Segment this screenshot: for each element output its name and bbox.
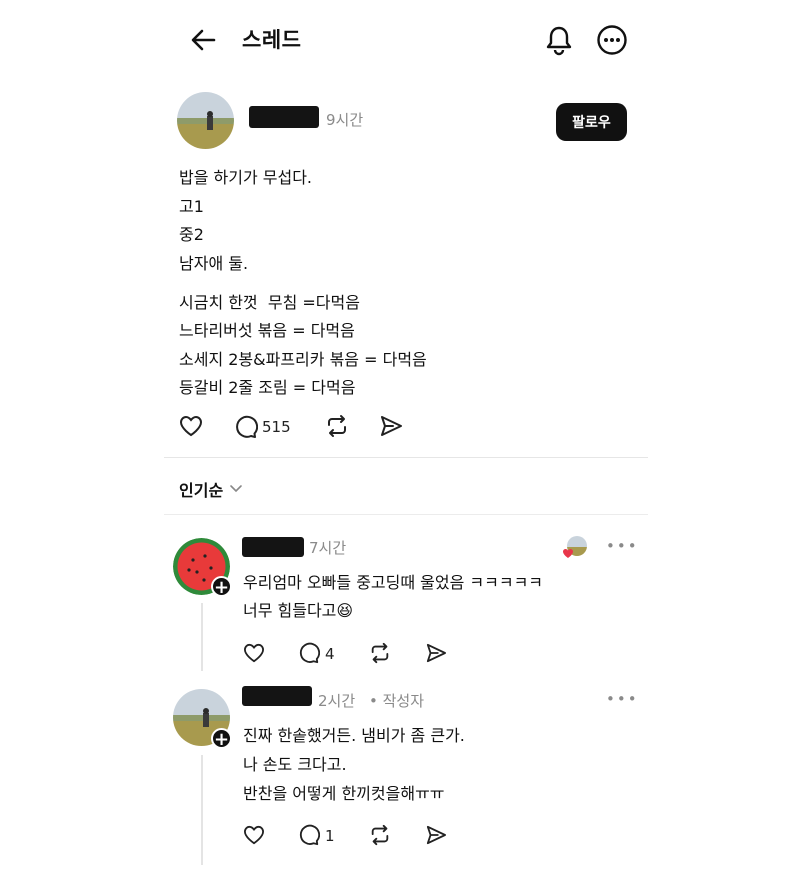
heart-icon[interactable] xyxy=(243,643,265,663)
comment-bubble-icon[interactable] xyxy=(298,642,320,664)
page-title: 스레드 xyxy=(242,28,302,52)
comment-bubble-icon[interactable] xyxy=(234,415,258,439)
thread-line xyxy=(201,603,203,671)
post-author-name-redacted xyxy=(249,106,319,128)
post-text-line: 남자애 둘. xyxy=(179,254,249,273)
repost-icon[interactable] xyxy=(369,824,391,846)
repost-icon[interactable] xyxy=(369,642,391,664)
repost-icon[interactable] xyxy=(325,414,349,438)
reply-time: 2시간 xyxy=(318,692,356,710)
post-menu-line: 시금치 한껏 무침 =다먹음 xyxy=(179,293,360,312)
divider xyxy=(164,514,648,515)
post-menu-line: 느타리버섯 볶음 = 다먹음 xyxy=(179,321,355,340)
post-menu-line: 등갈비 2줄 조림 = 다먹음 xyxy=(179,378,356,397)
send-icon[interactable] xyxy=(425,825,447,845)
reply-more-icon[interactable]: ••• xyxy=(606,690,639,708)
author-tag: • 작성자 xyxy=(369,692,425,710)
post-menu-line: 소세지 2봉&파프리카 볶음 = 다먹음 xyxy=(179,350,427,369)
comment-time: 7시간 xyxy=(309,539,347,557)
reply-count: 4 xyxy=(325,645,335,663)
reply-count: 1 xyxy=(325,827,335,845)
post-text-line: 고1 xyxy=(179,197,204,216)
bell-icon[interactable] xyxy=(544,24,574,56)
heart-icon[interactable] xyxy=(243,825,265,845)
heart-icon[interactable] xyxy=(179,415,203,437)
send-icon[interactable] xyxy=(425,643,447,663)
heart-badge-icon xyxy=(562,548,574,559)
post-time: 9시간 xyxy=(326,111,364,129)
follow-plus-icon[interactable]: + xyxy=(211,576,232,598)
comment-count: 515 xyxy=(262,418,291,436)
thread-line xyxy=(201,755,203,865)
reply-author-name-redacted xyxy=(242,686,312,706)
comment-bubble-icon[interactable] xyxy=(298,824,320,846)
post-author-avatar[interactable] xyxy=(177,92,234,149)
send-icon[interactable] xyxy=(379,415,403,437)
comment-text-line: 너무 힘들다고😆 xyxy=(243,601,354,620)
follow-plus-icon[interactable]: + xyxy=(211,728,232,750)
follow-button[interactable]: 팔로우 xyxy=(556,103,627,141)
comment-author-name-redacted xyxy=(242,537,304,557)
chevron-down-icon xyxy=(229,484,243,494)
comment-text-line: 우리엄마 오빠들 중고딩때 울었음 ㅋㅋㅋㅋㅋ xyxy=(243,573,544,592)
back-arrow-icon[interactable] xyxy=(190,28,216,52)
post-text-line: 밥을 하기가 무섭다. xyxy=(179,168,313,187)
more-options-icon[interactable] xyxy=(596,24,628,56)
reply-text-line: 반찬을 어떻게 한끼컷을해ㅠㅠ xyxy=(243,784,445,803)
comment-more-icon[interactable]: ••• xyxy=(606,537,639,555)
reply-text-line: 진짜 한솥했거든. 냄비가 좀 큰가. xyxy=(243,726,465,745)
divider xyxy=(164,457,648,458)
sort-dropdown[interactable]: 인기순 xyxy=(179,477,243,501)
reply-text-line: 나 손도 크다고. xyxy=(243,755,347,774)
post-text-line: 중2 xyxy=(179,225,204,244)
sort-label: 인기순 xyxy=(179,481,224,500)
